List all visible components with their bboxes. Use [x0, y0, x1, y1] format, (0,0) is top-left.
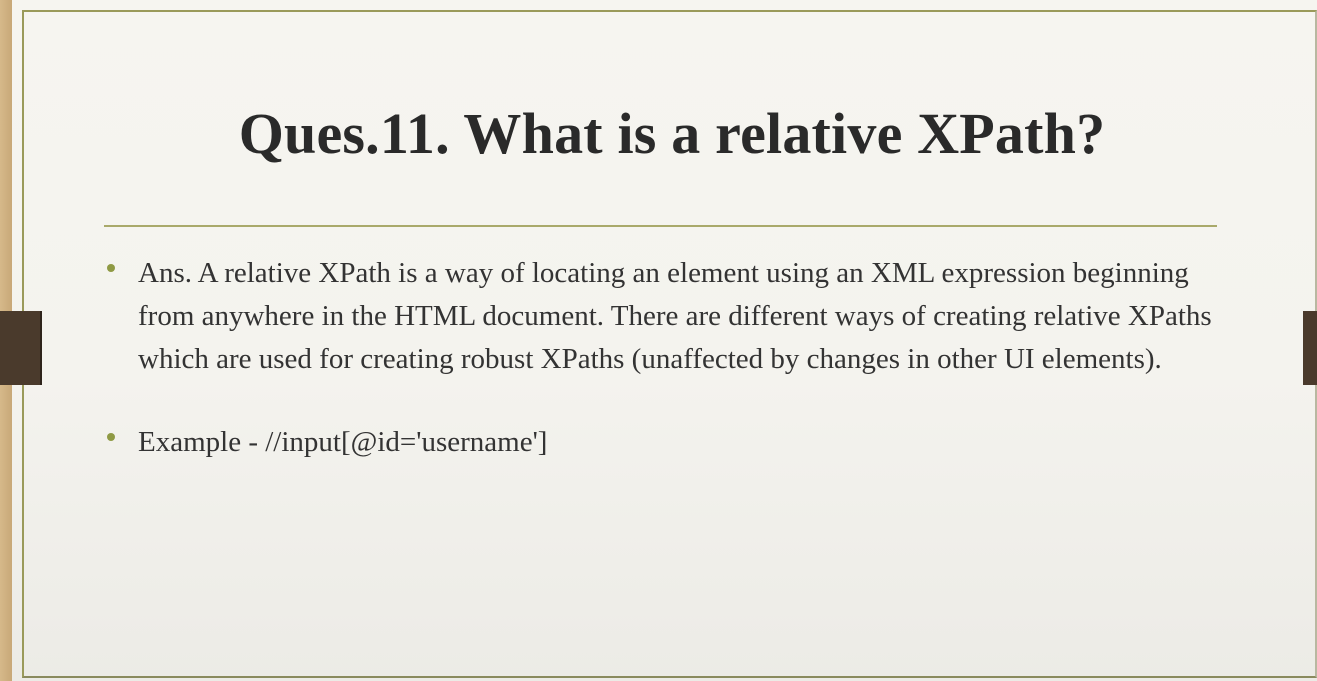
bullet-answer-text: Ans. A relative XPath is a way of locati… — [138, 257, 1212, 375]
bullet-list: Ans. A relative XPath is a way of locati… — [104, 252, 1214, 464]
bullet-answer: Ans. A relative XPath is a way of locati… — [104, 252, 1214, 381]
bullet-dot-icon — [107, 264, 115, 272]
bullet-dot-icon — [107, 433, 115, 441]
previous-slide-handle[interactable] — [0, 311, 42, 385]
title-divider — [104, 225, 1217, 227]
bullet-example: Example - //input[@id='username'] — [104, 421, 1214, 464]
next-slide-handle[interactable] — [1303, 311, 1317, 385]
bullet-example-text: Example - //input[@id='username'] — [138, 426, 548, 458]
slide-title: Ques.11. What is a relative XPath? — [238, 101, 1106, 166]
